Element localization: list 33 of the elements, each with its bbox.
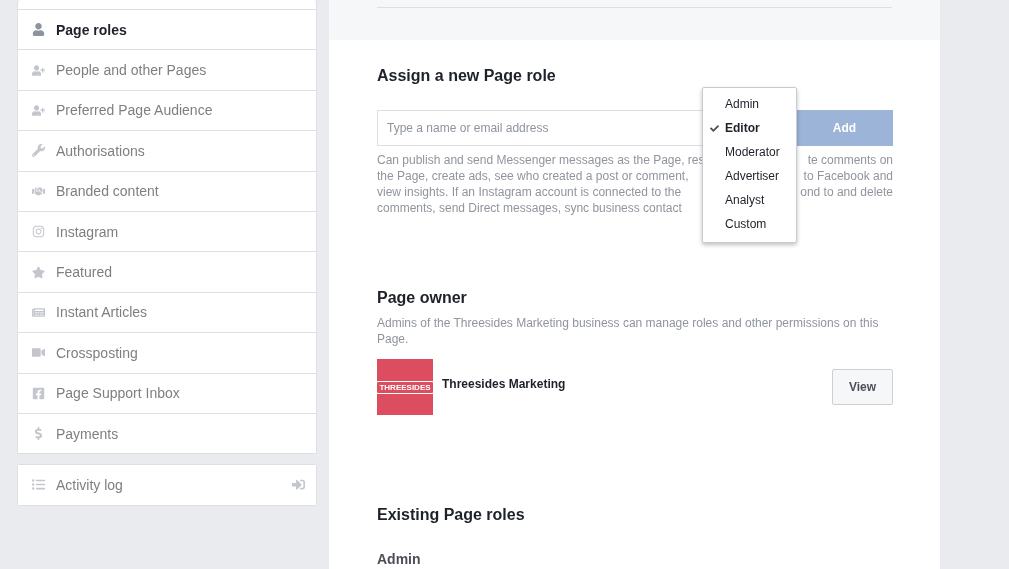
article-icon (30, 305, 46, 319)
description-text: te comments on (807, 152, 893, 168)
section-title: Page owner (377, 289, 468, 307)
person-icon (30, 23, 46, 37)
section-title: Assign a new Page role (377, 67, 557, 85)
description-text: comments, send Direct messages, sync business contact (377, 200, 682, 216)
wrench-icon (30, 144, 46, 158)
description-text: ond to and delete (800, 184, 893, 200)
description-text: to Facebook and (803, 168, 893, 184)
owner-description: Admins of the Threesides Marketing business can manage roles and other permissions on this Page. (377, 315, 880, 347)
check-icon (710, 123, 719, 133)
star-icon (30, 265, 46, 279)
list-icon (30, 478, 46, 492)
video-camera-icon (30, 346, 46, 360)
description-text: view insights. If an Instagram account is connected to the (377, 184, 682, 200)
description-text: the Page, create ads, see who created a post or comment, (377, 168, 689, 184)
menu-item[interactable]: Custom (703, 212, 796, 236)
menu-item[interactable]: Advertiser (703, 164, 796, 188)
facebook-icon (30, 386, 46, 400)
view-button[interactable]: View (832, 369, 893, 405)
business-logo: THREESIDES (377, 359, 433, 415)
role-heading: Admin (377, 551, 422, 567)
sidebar-item[interactable]: Payments (18, 412, 316, 454)
instagram-icon (30, 225, 46, 239)
add-button[interactable]: Add (796, 110, 893, 146)
activity-log-item[interactable]: Activity log (18, 465, 316, 505)
menu-item[interactable]: Analyst (703, 188, 796, 212)
business-name: Threesides Marketing (442, 377, 567, 391)
menu-item[interactable]: Editor (703, 116, 796, 140)
section-title: Existing Page roles (377, 506, 526, 524)
sign-in-icon (290, 478, 306, 492)
person-plus-icon (30, 63, 46, 77)
person-plus-icon (30, 103, 46, 117)
